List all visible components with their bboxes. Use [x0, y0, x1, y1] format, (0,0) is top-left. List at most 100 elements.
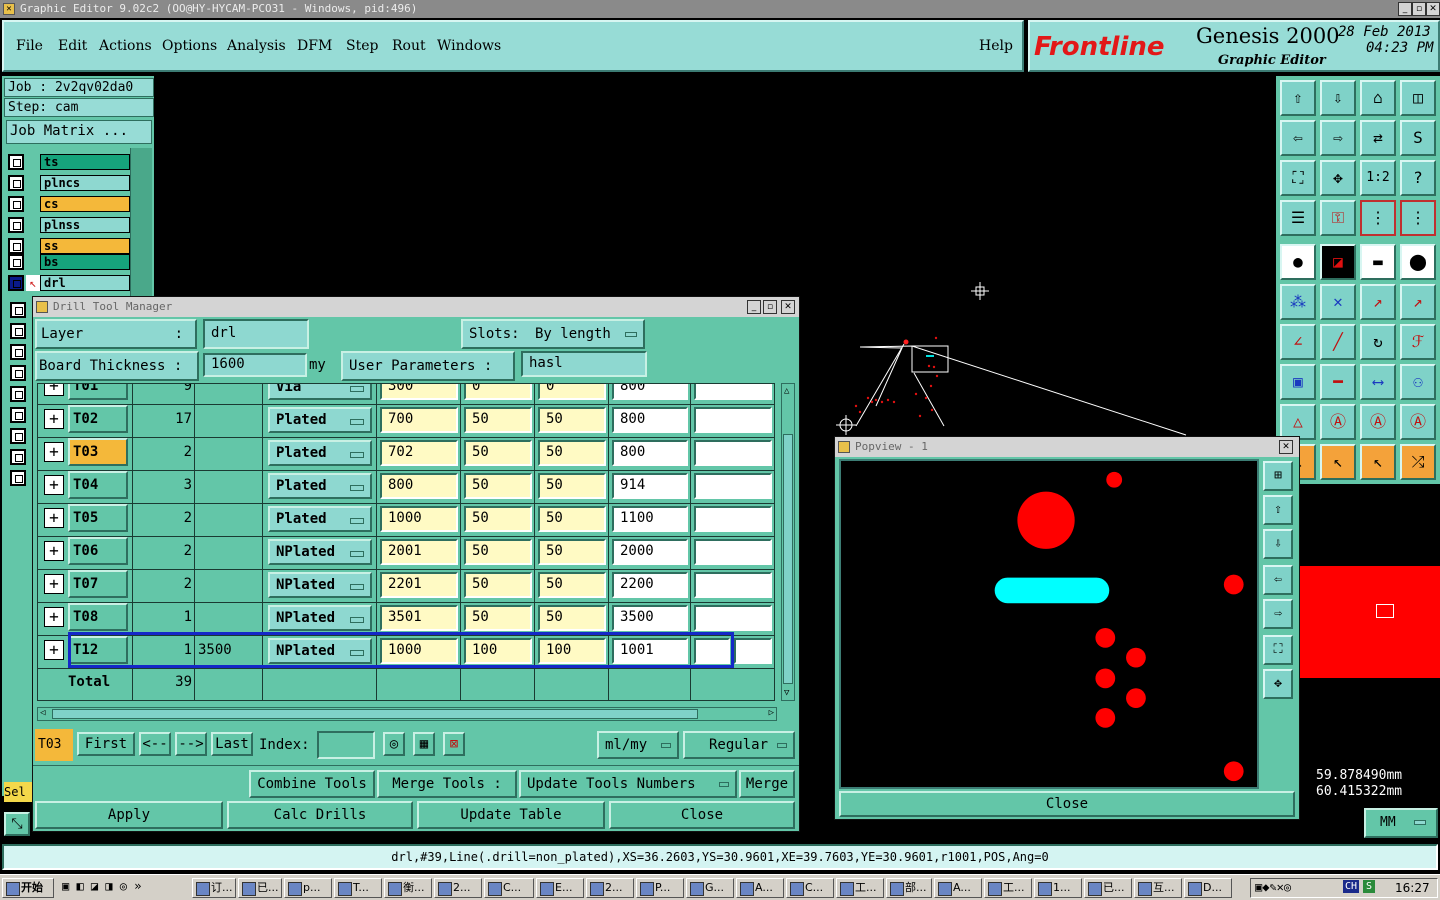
close-window-button[interactable]: ✕ — [1426, 2, 1440, 16]
finish-size-field[interactable]: 800 — [612, 384, 688, 400]
search-icon[interactable]: ◎ — [383, 732, 405, 756]
layer-checkbox[interactable] — [10, 428, 26, 444]
drill-size-field[interactable]: 1000 — [380, 506, 458, 532]
taskbar-item[interactable]: p... — [284, 878, 332, 898]
layer-name[interactable]: cs — [40, 196, 130, 212]
tool-netlist-icon[interactable]: ⋮ — [1400, 200, 1436, 236]
drill-size-field[interactable]: 2201 — [380, 572, 458, 598]
layer-checkbox[interactable] — [10, 449, 26, 465]
tool-center-icon[interactable]: ✥ — [1320, 160, 1356, 196]
tool-type-select[interactable]: NPlated — [268, 539, 372, 565]
taskbar-item[interactable]: G... — [686, 878, 734, 898]
tool-redraw-icon[interactable]: S — [1400, 120, 1436, 156]
menu-dfm[interactable]: DFM — [297, 38, 332, 54]
tol-minus-field[interactable]: 50 — [538, 407, 606, 433]
tool-page-up-icon[interactable]: ⇧ — [1280, 80, 1316, 116]
quick-launch[interactable]: ▣ ◧ ◪ ◨ ◎ » — [62, 879, 162, 897]
tool-type-select[interactable]: NPlated — [268, 605, 372, 631]
expand-icon[interactable]: + — [44, 475, 64, 495]
note-field[interactable] — [694, 440, 772, 466]
tool-circles-icon[interactable]: ⚇ — [1400, 364, 1436, 400]
start-button[interactable]: 开始 — [2, 878, 54, 898]
tool-type-select[interactable]: Plated — [268, 407, 372, 433]
expand-icon[interactable]: + — [44, 574, 64, 594]
tool-mirror-icon[interactable]: ⇄ — [1360, 120, 1396, 156]
table-row[interactable]: + T02 17 Plated 700 50 50 800 — [38, 405, 774, 435]
finish-size-field[interactable]: 1100 — [612, 506, 688, 532]
table-row[interactable]: + T04 3 Plated 800 50 50 914 — [38, 471, 774, 501]
layer-checkbox[interactable] — [8, 154, 24, 170]
note-field[interactable] — [694, 605, 772, 631]
table-vscroll[interactable]: △ ▽ — [781, 383, 795, 701]
finish-size-field[interactable]: 2000 — [612, 539, 688, 565]
taskbar-item[interactable]: 工... — [984, 878, 1032, 898]
expand-icon[interactable]: + — [44, 508, 64, 528]
tool-line2-icon[interactable]: ↗ — [1400, 284, 1436, 320]
popview-down-icon[interactable]: ⇩ — [1263, 529, 1293, 559]
hscroll-thumb[interactable] — [52, 709, 698, 719]
table-row[interactable]: + T03 2 Plated 702 50 50 800 — [38, 438, 774, 468]
tool-type-select[interactable]: Plated — [268, 473, 372, 499]
layer-checkbox[interactable] — [10, 365, 26, 381]
finish-size-field[interactable]: 800 — [612, 407, 688, 433]
tool-route-icon[interactable]: ⤮ — [1400, 444, 1436, 480]
popview-close-x-button[interactable]: ✕ — [1279, 440, 1293, 454]
tool-triangle4-icon[interactable]: Ⓐ — [1400, 404, 1436, 440]
clear-icon[interactable]: ⊠ — [443, 732, 465, 756]
scroll-left-icon[interactable]: ◁ — [40, 708, 45, 718]
tol-plus-field[interactable]: 50 — [464, 506, 532, 532]
tool-key-icon[interactable]: ⚿ — [1320, 200, 1356, 236]
taskbar-item[interactable]: 工... — [836, 878, 884, 898]
tol-plus-field[interactable]: 50 — [464, 473, 532, 499]
layer-checkbox[interactable] — [8, 254, 24, 270]
calc-drills-button[interactable]: Calc Drills — [227, 801, 413, 829]
job-matrix-button[interactable]: Job Matrix ... — [6, 120, 152, 144]
layer-name[interactable]: ts — [40, 154, 130, 170]
tol-plus-field[interactable]: 0 — [464, 384, 532, 400]
tool-fit-icon[interactable]: ⛶ — [1280, 160, 1316, 196]
popview-up-icon[interactable]: ⇧ — [1263, 495, 1293, 525]
tol-plus-field[interactable]: 50 — [464, 440, 532, 466]
note-field[interactable] — [694, 407, 772, 433]
taskbar-item[interactable]: 2... — [434, 878, 482, 898]
layer-checkbox[interactable] — [10, 470, 26, 486]
table-row[interactable]: + T05 2 Plated 1000 50 50 1100 — [38, 504, 774, 534]
tool-connect-icon[interactable]: ⁂ — [1280, 284, 1316, 320]
popview-fit-icon[interactable]: ⛶ — [1263, 635, 1293, 665]
note-field[interactable] — [694, 572, 772, 598]
tool-angle-icon[interactable]: ∠ — [1280, 324, 1316, 360]
tool-type-select[interactable]: Plated — [268, 440, 372, 466]
tool-ruler-icon[interactable]: ▬ — [1360, 244, 1396, 280]
close-button[interactable]: Close — [609, 801, 795, 829]
scroll-up-icon[interactable]: △ — [784, 386, 789, 396]
drill-size-field[interactable]: 800 — [380, 473, 458, 499]
tool-line-icon[interactable]: ↗ — [1360, 284, 1396, 320]
tool-id[interactable]: T02 — [68, 405, 128, 433]
table-row[interactable]: + T01 9 Via 300 0 0 800 — [38, 384, 774, 402]
tool-type-select[interactable]: Via — [268, 384, 372, 400]
taskbar-item[interactable]: A... — [736, 878, 784, 898]
taskbar-item[interactable]: C... — [786, 878, 834, 898]
menu-windows[interactable]: Windows — [437, 38, 501, 54]
tol-plus-field[interactable]: 50 — [464, 605, 532, 631]
table-row[interactable]: + T06 2 NPlated 2001 50 50 2000 — [38, 537, 774, 567]
tol-minus-field[interactable]: 50 — [538, 440, 606, 466]
last-button[interactable]: Last — [211, 732, 253, 756]
board-thickness-field[interactable]: 1600 — [203, 353, 307, 377]
tol-plus-field[interactable]: 50 — [464, 539, 532, 565]
tol-plus-field[interactable]: 50 — [464, 572, 532, 598]
tol-minus-field[interactable]: 50 — [538, 473, 606, 499]
tool-type-select[interactable]: NPlated — [268, 572, 372, 598]
menu-options[interactable]: Options — [162, 38, 217, 54]
tool-select-icon[interactable]: ▣ — [1280, 364, 1316, 400]
tool-triangle3-icon[interactable]: Ⓐ — [1360, 404, 1396, 440]
apply-button[interactable]: Apply — [35, 801, 223, 829]
expand-icon[interactable]: + — [44, 442, 64, 462]
table-row[interactable]: + T12 1 3500 NPlated 1000 100 100 1001 — [38, 632, 774, 668]
index-field[interactable] — [317, 731, 375, 759]
tool-page-down-icon[interactable]: ⇩ — [1320, 80, 1356, 116]
user-parameters-field[interactable]: hasl — [521, 351, 647, 377]
note-field[interactable] — [694, 473, 772, 499]
layer-name[interactable]: bs — [40, 254, 130, 270]
dtm-maximize-button[interactable]: ▫ — [763, 300, 777, 314]
